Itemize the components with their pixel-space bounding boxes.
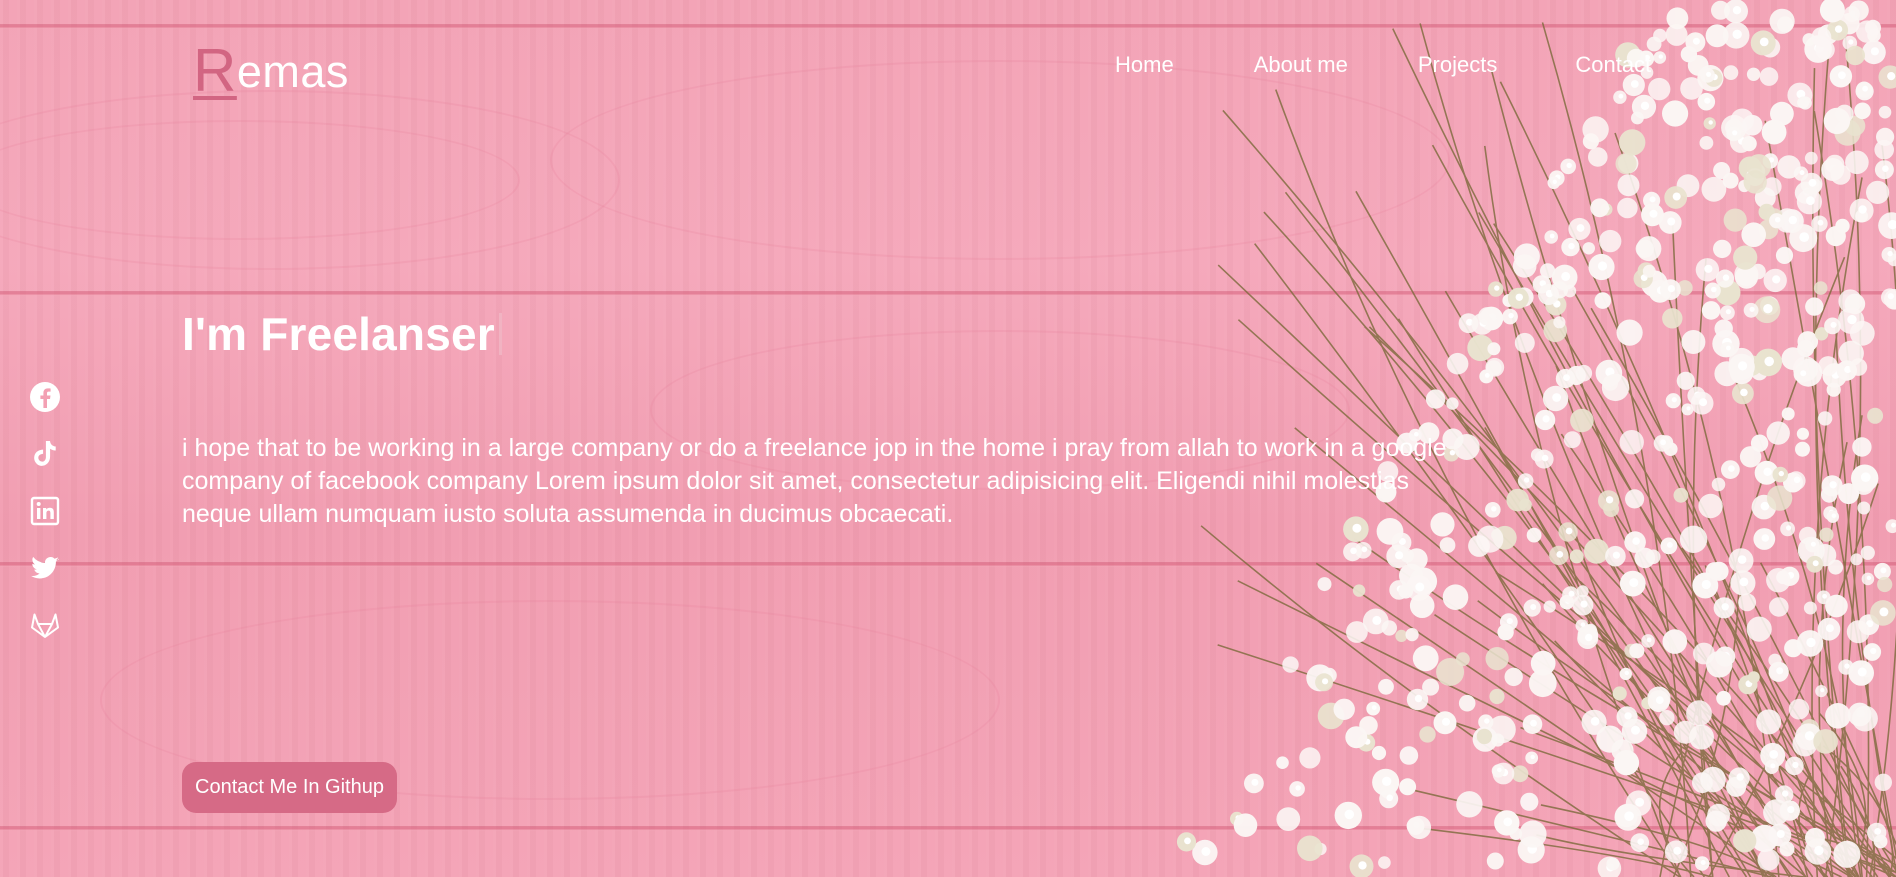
typing-cursor <box>498 313 502 355</box>
hero-title-text: I'm Freelanser <box>182 308 495 360</box>
hero-title: I'm Freelanser <box>182 307 502 361</box>
tiktok-icon[interactable] <box>28 437 62 471</box>
nav-contact[interactable]: Contact <box>1575 52 1651 78</box>
logo-initial: R <box>193 37 237 104</box>
nav-home[interactable]: Home <box>1115 52 1174 78</box>
contact-github-button[interactable]: Contact Me In Githup <box>182 762 397 813</box>
nav-projects[interactable]: Projects <box>1418 52 1497 78</box>
twitter-icon[interactable] <box>28 551 62 585</box>
nav-about-me[interactable]: About me <box>1254 52 1348 78</box>
social-links <box>28 380 62 665</box>
facebook-icon[interactable] <box>28 380 62 414</box>
hero-description: i hope that to be working in a large com… <box>182 434 1447 528</box>
logo-text: emas <box>236 46 349 97</box>
main-nav: Home About me Projects Contact <box>1115 52 1651 78</box>
linkedin-icon[interactable] <box>28 494 62 528</box>
gitlab-icon[interactable] <box>28 608 62 642</box>
brand-logo[interactable]: Remas <box>193 36 349 105</box>
